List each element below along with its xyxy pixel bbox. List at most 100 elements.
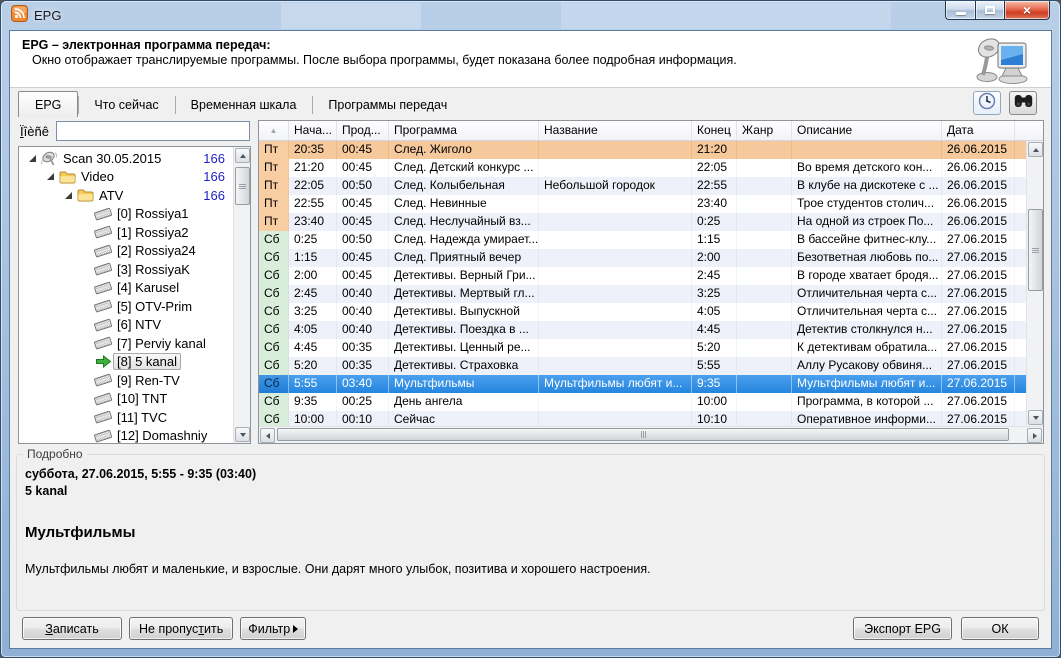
cell-dur: 00:45 (337, 267, 389, 285)
scroll-grip-icon (239, 184, 246, 185)
tab-2[interactable]: Временная шкала (175, 93, 313, 117)
tree-scroll-down-button[interactable] (235, 427, 250, 442)
column-header-end[interactable]: Конец (692, 121, 737, 140)
ok-button[interactable]: ОК (961, 617, 1039, 640)
tree-item[interactable]: [4] Karusel (19, 279, 233, 298)
tree-item[interactable]: [8] 5 kanal (19, 353, 233, 372)
tree-item[interactable]: ATV166 (19, 186, 233, 205)
table-row[interactable]: Пт20:3500:45След. Жиголо21:2026.06.2015 (259, 141, 1026, 159)
table-row[interactable]: Сб0:2500:50След. Надежда умирает...1:15В… (259, 231, 1026, 249)
tree-item[interactable]: [10] TNT (19, 390, 233, 409)
cell-name (539, 321, 692, 339)
tree-item[interactable]: [5] OTV-Prim (19, 297, 233, 316)
film-icon (93, 317, 113, 333)
cell-desc: Программа, в которой ... (792, 393, 942, 411)
table-scroll-left-button[interactable] (260, 428, 275, 443)
tab-3[interactable]: Программы передач (312, 93, 463, 117)
column-header-start[interactable]: Нача... (289, 121, 337, 140)
tree-item[interactable]: [11] TVC (19, 408, 233, 427)
column-header-day[interactable]: ▲ (259, 121, 289, 140)
cell-date: 27.06.2015 (942, 339, 1015, 357)
column-header-genre[interactable]: Жанр (737, 121, 792, 140)
details-datetime: суббота, 27.06.2015, 5:55 - 9:35 (03:40) (25, 467, 1036, 481)
tree-item[interactable]: [12] Domashniy (19, 427, 233, 444)
tree-scroll-thumb[interactable] (235, 167, 250, 205)
binoculars-button[interactable] (1009, 91, 1037, 115)
tree-expander-icon[interactable] (43, 172, 57, 181)
cell-date: 27.06.2015 (942, 375, 1015, 393)
cell-day: Пт (259, 177, 289, 195)
table-row[interactable]: Сб4:4500:35Детективы. Ценный ре...5:20К … (259, 339, 1026, 357)
search-input[interactable] (56, 121, 250, 141)
table-horizontal-scrollbar[interactable] (259, 426, 1043, 443)
column-header-desc[interactable]: Описание (792, 121, 942, 140)
cell-desc: Оперативное информи... (792, 411, 942, 426)
tab-1[interactable]: Что сейчас (78, 93, 174, 117)
tab-epg[interactable]: EPG (18, 91, 78, 117)
maximize-button[interactable] (975, 1, 1004, 20)
tree-expander-icon[interactable] (61, 191, 75, 200)
table-scroll-thumb[interactable] (1028, 209, 1043, 291)
column-header-program[interactable]: Программа (389, 121, 539, 140)
remind-button[interactable]: Не пропустить (129, 617, 233, 640)
tree-expander-icon[interactable] (25, 154, 39, 163)
table-row[interactable]: Сб2:4500:40Детективы. Мертвый гл...3:25О… (259, 285, 1026, 303)
cell-genre (737, 141, 792, 159)
column-header-name[interactable]: Название (539, 121, 692, 140)
table-row[interactable]: Пт21:2000:45След. Детский конкурс ...22:… (259, 159, 1026, 177)
tree-item[interactable]: [7] Perviy kanal (19, 334, 233, 353)
cell-program: Сейчас (389, 411, 539, 426)
tree-scroll-up-button[interactable] (235, 148, 250, 163)
table-row[interactable]: Сб3:2500:40Детективы. Выпускной4:05Отлич… (259, 303, 1026, 321)
column-header-date[interactable]: Дата (942, 121, 1015, 140)
close-button[interactable]: × (1004, 1, 1050, 20)
tree-item-label: [7] Perviy kanal (113, 335, 210, 352)
table-row[interactable]: Пт23:4000:45След. Неслучайный вз...0:25Н… (259, 213, 1026, 231)
tree-item[interactable]: [9] Ren-TV (19, 371, 233, 390)
table-row[interactable]: Пт22:5500:45След. Невинные23:40Трое студ… (259, 195, 1026, 213)
table-row[interactable]: Сб2:0000:45Детективы. Верный Гри...2:45В… (259, 267, 1026, 285)
tree-item[interactable]: [6] NTV (19, 316, 233, 335)
export-epg-button[interactable]: Экспорт EPG (853, 617, 952, 640)
cell-genre (737, 285, 792, 303)
table-row[interactable]: Пт22:0500:50След. КолыбельнаяНебольшой г… (259, 177, 1026, 195)
film-icon (93, 261, 113, 277)
column-header-label: Жанр (742, 123, 773, 137)
tree-item[interactable]: [2] Rossiya24 (19, 242, 233, 261)
cell-dur: 00:10 (337, 411, 389, 426)
epg-window: EPG × EPG – электронная программа переда… (0, 0, 1061, 658)
table-row[interactable]: Сб10:0000:10Сейчас10:10Оперативное инфор… (259, 411, 1026, 426)
filter-button[interactable]: Фильтр (240, 617, 306, 640)
table-row[interactable]: Сб4:0500:40Детективы. Поездка в ...4:45Д… (259, 321, 1026, 339)
column-header-dur[interactable]: Прод... (337, 121, 389, 140)
scroll-grip-icon (641, 431, 642, 438)
tree-item[interactable]: Scan 30.05.2015166 (19, 149, 233, 168)
table-row[interactable]: Сб5:5503:40МультфильмыМультфильмы любят … (259, 375, 1026, 393)
cell-dur: 03:40 (337, 375, 389, 393)
cell-genre (737, 213, 792, 231)
tree-item[interactable]: [3] RossiyaK (19, 260, 233, 279)
cell-day: Сб (259, 231, 289, 249)
tree-item[interactable]: [0] Rossiya1 (19, 205, 233, 224)
tree-item[interactable]: [1] Rossiya2 (19, 223, 233, 242)
column-header-label: Нача... (294, 123, 332, 137)
cell-desc: В бассейне фитнес-клу... (792, 231, 942, 249)
titlebar[interactable]: EPG (1, 1, 1060, 30)
table-row[interactable]: Сб5:2000:35Детективы. Страховка5:55Аллу … (259, 357, 1026, 375)
cell-program: Детективы. Ценный ре... (389, 339, 539, 357)
clock-button[interactable] (973, 91, 1001, 115)
table-hscroll-thumb[interactable] (277, 428, 1009, 441)
tree-vertical-scrollbar[interactable] (233, 147, 250, 443)
table-scroll-right-button[interactable] (1027, 428, 1042, 443)
cell-name (539, 285, 692, 303)
table-row[interactable]: Сб1:1500:45След. Приятный вечер2:00Безот… (259, 249, 1026, 267)
table-row[interactable]: Сб9:3500:25День ангела10:00Программа, в … (259, 393, 1026, 411)
table-scroll-down-button[interactable] (1028, 410, 1043, 425)
arrow-down-icon (240, 433, 246, 437)
record-button[interactable]: Записать (22, 617, 122, 640)
minimize-button[interactable] (945, 1, 975, 20)
table-scroll-up-button[interactable] (1028, 142, 1043, 157)
table-vertical-scrollbar[interactable] (1026, 141, 1043, 426)
tree-item[interactable]: Video166 (19, 168, 233, 187)
cell-dur: 00:50 (337, 177, 389, 195)
